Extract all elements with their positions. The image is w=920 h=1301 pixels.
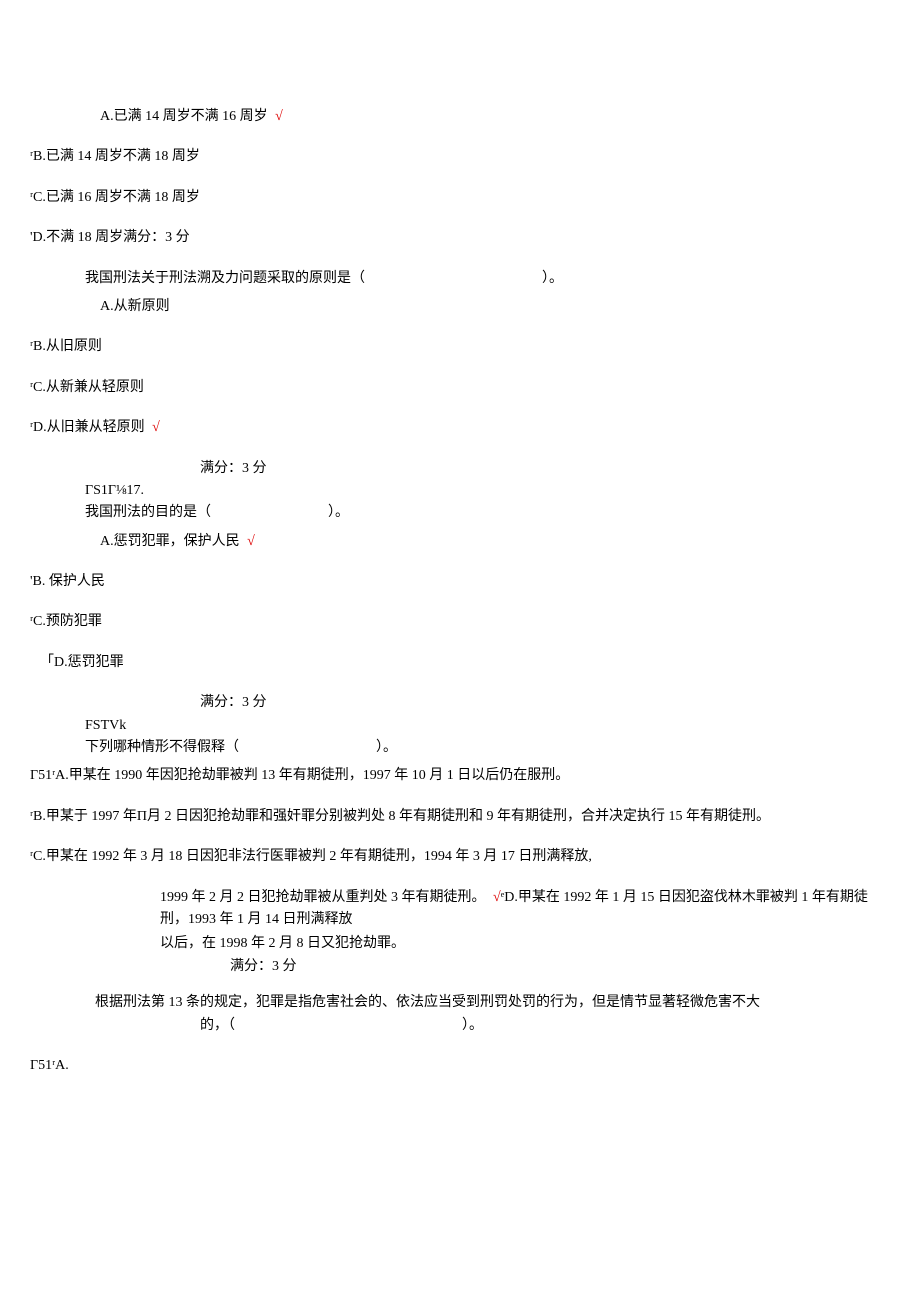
option-c2-text: 1999 年 2 月 2 日犯抢劫罪被从重判处 3 年有期徒刑。 xyxy=(160,890,486,905)
check-icon: √ xyxy=(493,890,501,905)
option-text: ʳB.甲某于 1997 年Π月 2 日因犯抢劫罪和强奸罪分别被判处 8 年有期徒… xyxy=(30,809,770,824)
q17-code: FSTVk xyxy=(30,715,890,737)
q17-option-a: A.惩罚犯罪，保护人民 √ xyxy=(30,531,890,553)
q17-option-c: ʳC.预防犯罪 xyxy=(30,611,890,633)
q19-option-a: Γ51ʳA. xyxy=(30,1055,890,1077)
q18-option-c-line2: 1999 年 2 月 2 日犯抢劫罪被从重判处 3 年有期徒刑。 √ᵉD.甲某在… xyxy=(30,887,890,932)
q15-option-c: ʳC.已满 16 周岁不满 18 周岁 xyxy=(30,187,890,209)
document-page: A.已满 14 周岁不满 16 周岁 √ ʳB.已满 14 周岁不满 18 周岁… xyxy=(0,0,920,1123)
q16-option-a: A.从新原则 xyxy=(30,296,890,318)
q16-option-d: ʳD.从旧兼从轻原则 √ xyxy=(30,417,890,439)
q18-option-b: ʳB.甲某于 1997 年Π月 2 日因犯抢劫罪和强奸罪分别被判处 8 年有期徒… xyxy=(30,806,890,828)
stem-pre: 我国刑法关于刑法溯及力问题采取的原则是（ xyxy=(85,271,365,286)
q17-stem: 我国刑法的目的是（ ）。 xyxy=(30,502,890,524)
q15-option-a: A.已满 14 周岁不满 16 周岁 √ xyxy=(30,106,890,128)
stem-pre: 的，（ xyxy=(200,1018,235,1033)
stem-post: ）。 xyxy=(462,1018,483,1033)
stem-pre: 下列哪种情形不得假释（ xyxy=(85,740,239,755)
q16-code: ΓS1Γ⅛17. xyxy=(30,480,890,502)
check-icon: √ xyxy=(152,420,160,435)
q18-stem: 下列哪种情形不得假释（ ）。 xyxy=(30,737,890,759)
check-icon: √ xyxy=(247,534,255,549)
stem-pre: 我国刑法的目的是（ xyxy=(85,505,211,520)
q17-option-d: 「D.惩罚犯罪 xyxy=(30,652,890,674)
stem-post: ）。 xyxy=(376,740,397,755)
q17-option-b: 'B. 保护人民 xyxy=(30,571,890,593)
q18-option-a: Γ51ʳA.甲某在 1990 年因犯抢劫罪被判 13 年有期徒刑，1997 年 … xyxy=(30,765,890,787)
option-text: ʳD.从旧兼从轻原则 xyxy=(30,420,145,435)
q15-option-d: 'D.不满 18 周岁满分：3 分 xyxy=(30,227,890,249)
q18-option-c-line1: ʳC.甲某在 1992 年 3 月 18 日因犯非法行医罪被判 2 年有期徒刑，… xyxy=(30,846,890,868)
q16-stem: 我国刑法关于刑法溯及力问题采取的原则是（ ）。 xyxy=(30,268,890,290)
option-text: A.惩罚犯罪，保护人民 xyxy=(100,534,240,549)
q16-score: 满分：3 分 xyxy=(30,458,890,480)
q19-stem-line1: 根据刑法第 13 条的规定，犯罪是指危害社会的、依法应当受到刑罚处罚的行为，但是… xyxy=(30,992,890,1014)
q16-option-c: ʳC.从新兼从轻原则 xyxy=(30,377,890,399)
stem-post: ）。 xyxy=(542,271,563,286)
q15-option-b: ʳB.已满 14 周岁不满 18 周岁 xyxy=(30,146,890,168)
q17-score: 满分：3 分 xyxy=(30,692,890,714)
q19-stem-line2: 的，（ ）。 xyxy=(30,1015,890,1037)
q16-option-b: ʳB.从旧原则 xyxy=(30,336,890,358)
q18-score: 满分：3 分 xyxy=(30,956,890,978)
option-text: A.已满 14 周岁不满 16 周岁 xyxy=(100,109,268,124)
stem-post: ）。 xyxy=(328,505,349,520)
q18-option-d-line2: 以后，在 1998 年 2 月 8 日又犯抢劫罪。 xyxy=(30,933,890,955)
check-icon: √ xyxy=(275,109,283,124)
